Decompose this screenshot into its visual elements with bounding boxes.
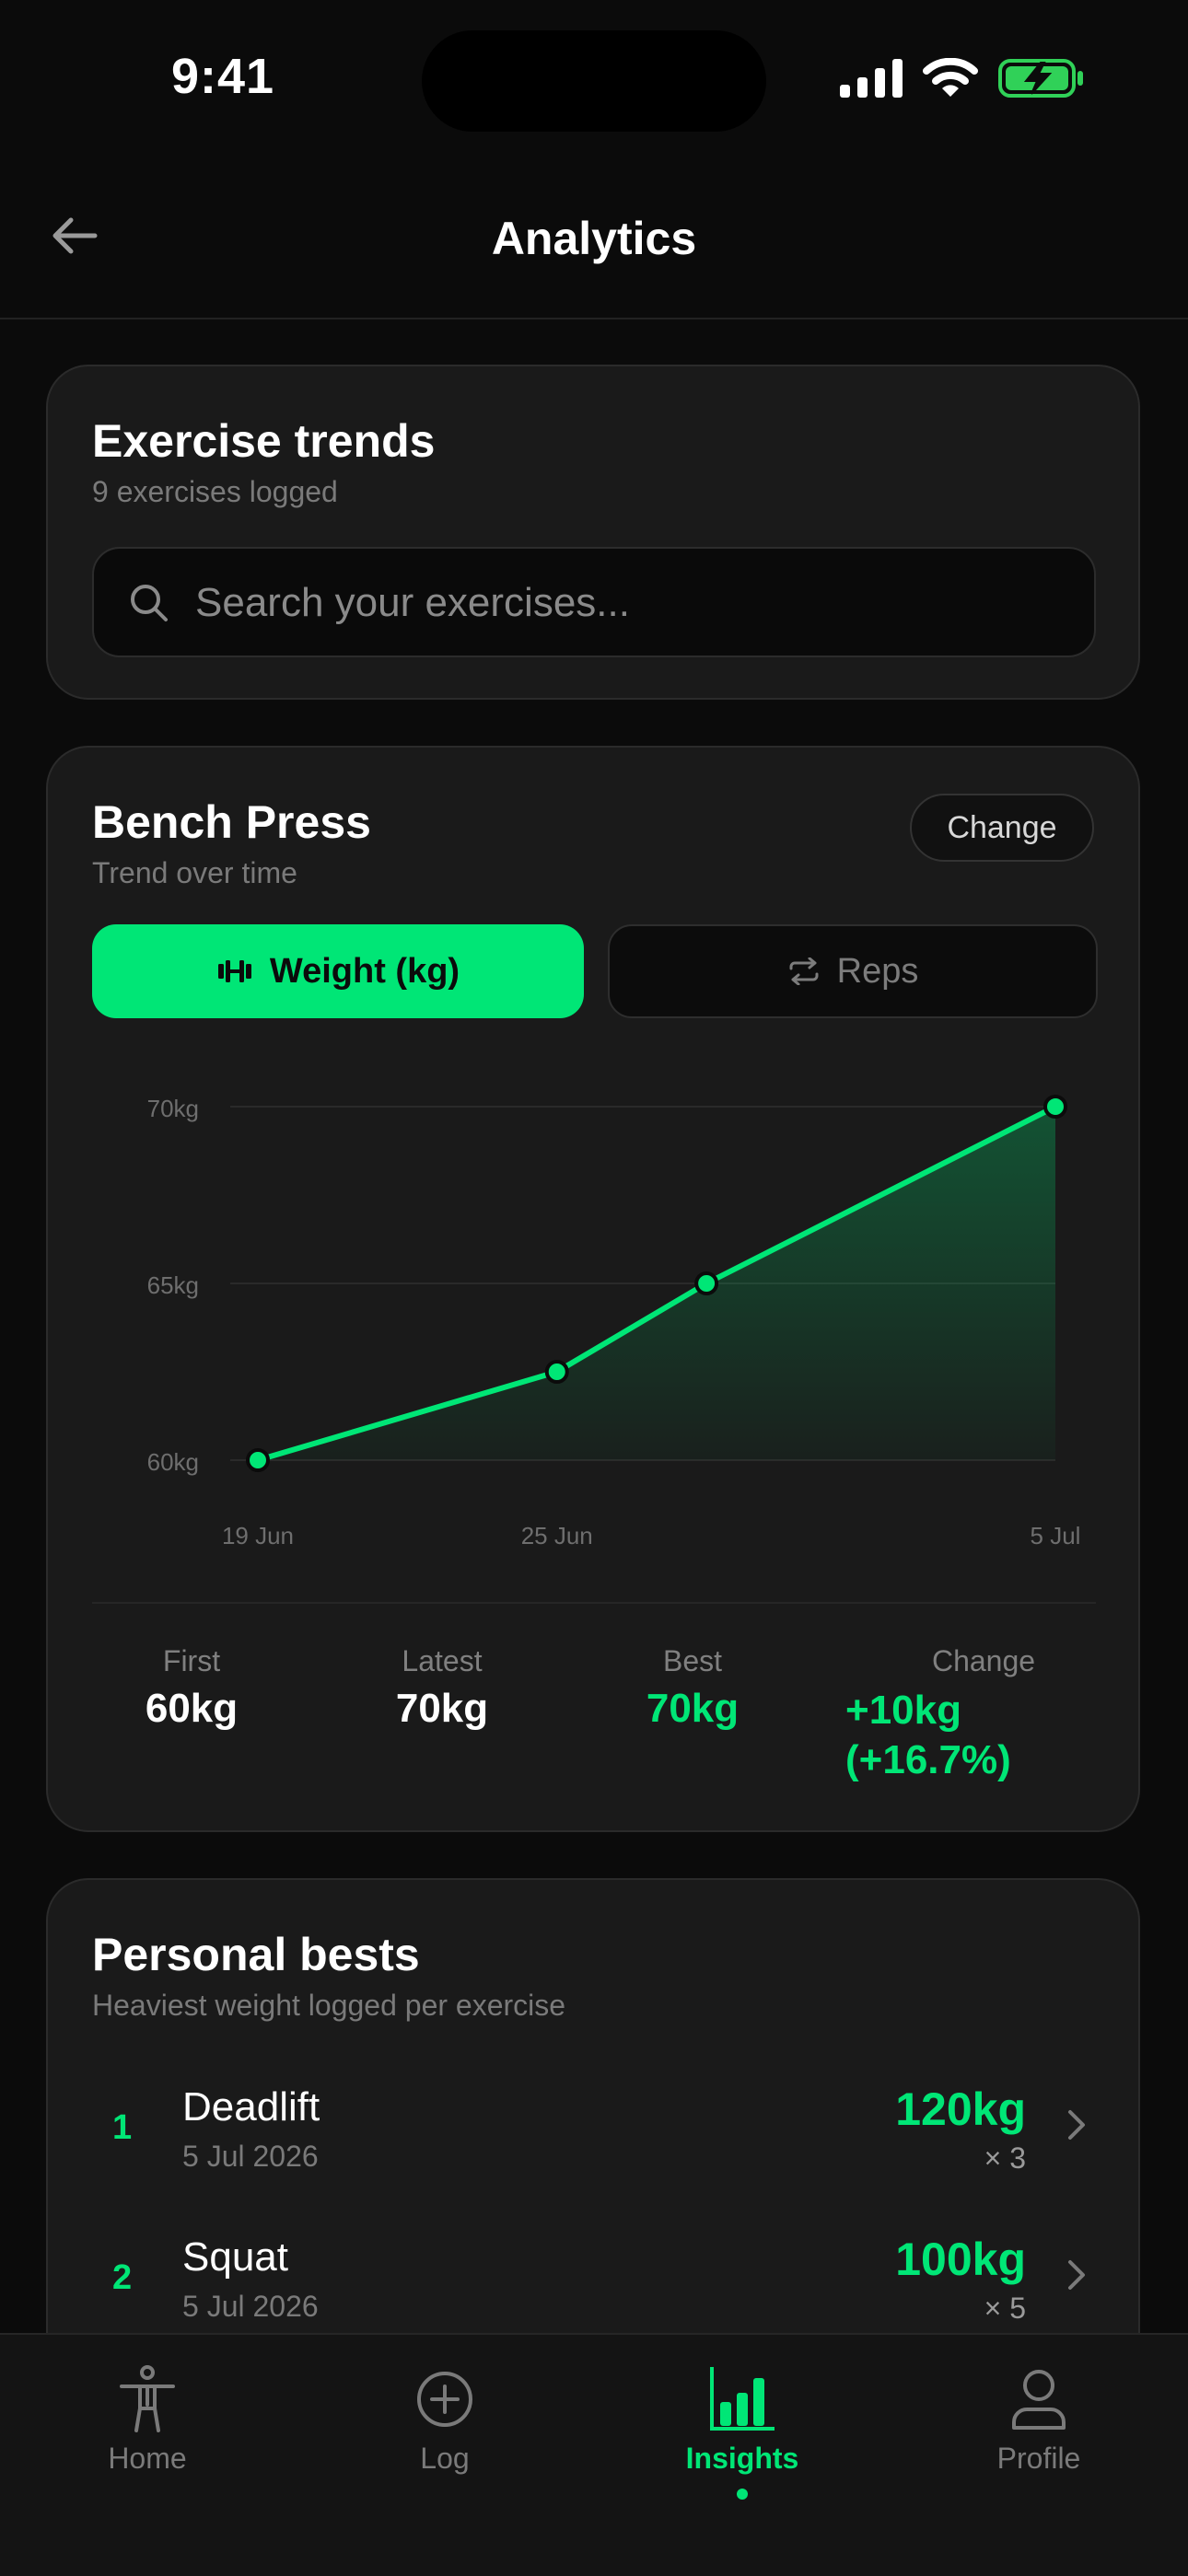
- status-icons: [840, 55, 1085, 101]
- cellular-signal-icon: [840, 59, 903, 98]
- plus-circle-icon: [417, 2372, 472, 2427]
- status-time: 9:41: [171, 49, 275, 104]
- pb-date: 5 Jul 2026: [182, 2140, 319, 2173]
- person-icon: [120, 2365, 175, 2432]
- personal-bests-title: Personal bests: [92, 1929, 420, 1980]
- stat-latest: Latest 70kg: [378, 1644, 507, 1732]
- chevron-right-icon: [1068, 2110, 1085, 2140]
- navigation-bar: Analytics: [0, 147, 1188, 319]
- pb-date: 5 Jul 2026: [182, 2290, 319, 2323]
- personal-bests-subtitle: Heaviest weight logged per exercise: [92, 1989, 566, 2022]
- stat-change-amount: +10kg: [845, 1688, 961, 1733]
- pb-exercise-name: Squat: [182, 2234, 288, 2280]
- stat-change-value: +10kg (+16.7%): [845, 1686, 1085, 1785]
- tab-bar: Home Log Insights Profile: [0, 2333, 1188, 2576]
- x-tick-label: 5 Jul: [1031, 1522, 1081, 1549]
- pb-rank: 1: [112, 2108, 133, 2147]
- page-title: Analytics: [491, 213, 697, 264]
- stat-latest-label: Latest: [402, 1644, 483, 1677]
- x-tick-label: 19 Jun: [222, 1522, 294, 1549]
- search-icon: [131, 585, 168, 621]
- stat-first-label: First: [162, 1644, 221, 1677]
- stat-first-value: 60kg: [145, 1686, 239, 1731]
- battery-charging-icon: [998, 59, 1083, 98]
- tab-profile[interactable]: Profile: [938, 2362, 1140, 2476]
- profile-icon: [1012, 2370, 1066, 2430]
- pb-reps: × 3: [984, 2141, 1026, 2175]
- stat-best-value: 70kg: [646, 1686, 740, 1731]
- weight-trend-chart: 70kg 65kg 60kg 19 Jun 25 Jun 5 Jul: [147, 1095, 1081, 1549]
- stat-best-label: Best: [662, 1644, 723, 1677]
- pb-weight: 100kg: [895, 2234, 1026, 2285]
- stat-change: Change +10kg (+16.7%): [845, 1644, 1085, 1785]
- chart-data-point[interactable]: [1043, 1095, 1067, 1119]
- wifi-icon: [923, 58, 978, 97]
- tab-log-label: Log: [420, 2442, 470, 2475]
- status-bar: 9:41: [0, 0, 1188, 147]
- pb-weight: 120kg: [895, 2083, 1026, 2135]
- pb-exercise-name: Deadlift: [182, 2084, 320, 2129]
- chart-data-point[interactable]: [544, 1360, 569, 1384]
- stat-change-percent: (+16.7%): [845, 1737, 1011, 1782]
- stat-latest-value: 70kg: [395, 1686, 489, 1731]
- pb-reps: × 5: [984, 2292, 1026, 2325]
- exercise-trends-card: Exercise trends 9 exercises logged: [46, 365, 1140, 700]
- y-tick-label: 70kg: [147, 1095, 199, 1122]
- bar-chart-icon: [710, 2367, 775, 2431]
- exercise-trends-title: Exercise trends: [92, 415, 436, 467]
- pb-rank: 2: [112, 2258, 133, 2297]
- chart-data-point[interactable]: [694, 1271, 719, 1295]
- stat-first: First 60kg: [127, 1644, 256, 1732]
- tab-home[interactable]: Home: [46, 2362, 249, 2476]
- chart-data-point[interactable]: [246, 1448, 270, 1472]
- tab-insights-label: Insights: [685, 2442, 799, 2475]
- exercise-trend-card: Bench Press Trend over time Change Weigh…: [46, 746, 1140, 1832]
- list-item[interactable]: 1 Deadlift 5 Jul 2026 120kg × 3: [48, 2075, 1142, 2213]
- tab-insights[interactable]: Insights: [641, 2362, 844, 2500]
- y-tick-label: 65kg: [147, 1271, 199, 1299]
- stat-change-label: Change: [931, 1644, 1036, 1677]
- tab-profile-label: Profile: [996, 2442, 1081, 2475]
- stat-best: Best 70kg: [628, 1644, 757, 1732]
- active-tab-indicator: [737, 2489, 748, 2500]
- chevron-right-icon: [1068, 2260, 1085, 2290]
- search-input[interactable]: [193, 549, 1063, 657]
- search-box[interactable]: [92, 547, 1096, 657]
- x-tick-label: 25 Jun: [521, 1522, 593, 1549]
- tab-log[interactable]: Log: [344, 2362, 546, 2476]
- y-tick-label: 60kg: [147, 1448, 199, 1476]
- exercise-trends-subtitle: 9 exercises logged: [92, 475, 338, 508]
- dynamic-island: [422, 30, 766, 132]
- tab-home-label: Home: [108, 2442, 187, 2475]
- stats-divider: [92, 1602, 1096, 1604]
